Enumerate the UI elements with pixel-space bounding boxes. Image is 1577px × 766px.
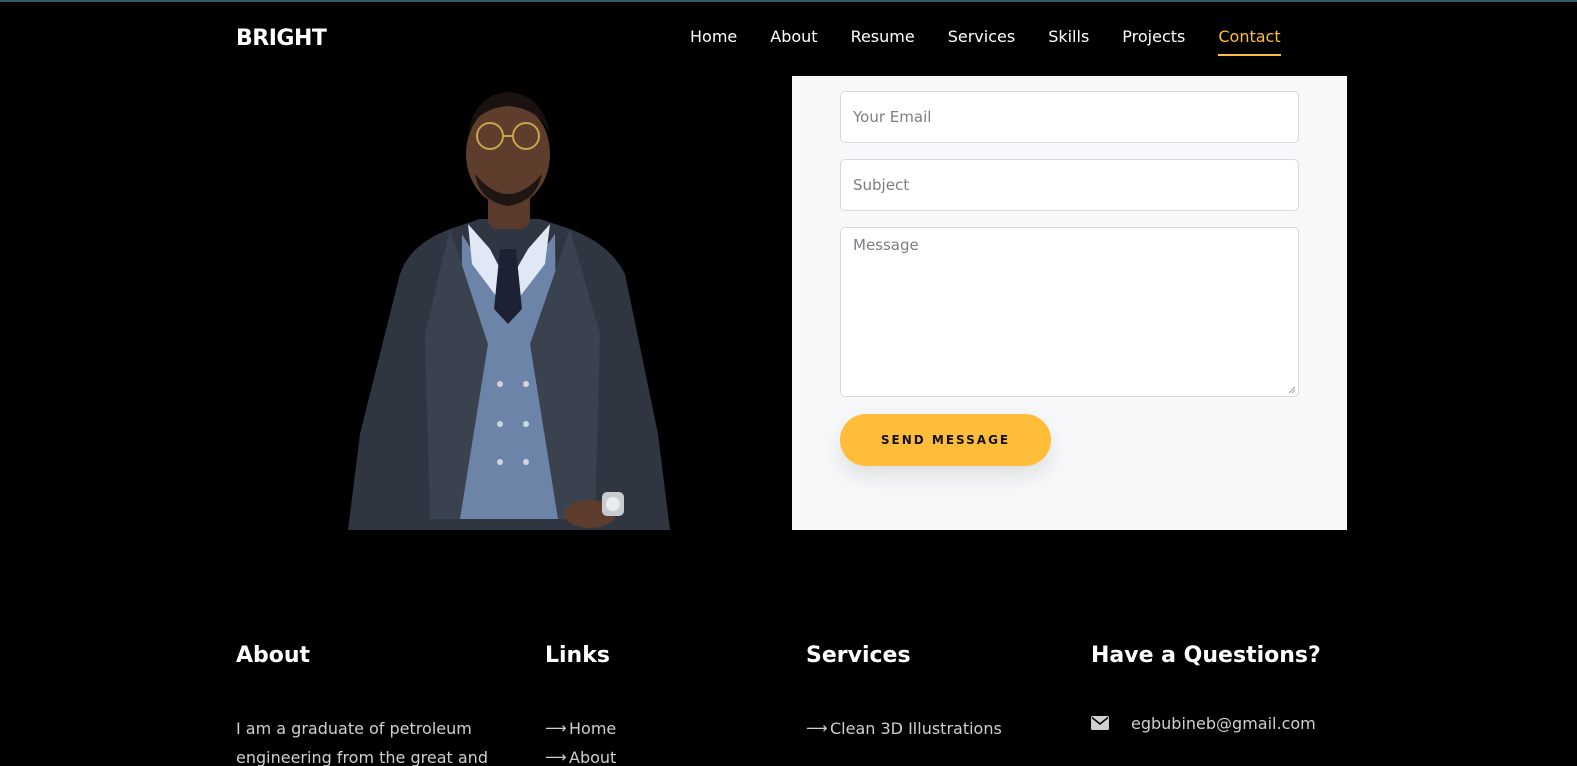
main-nav: Home About Resume Services Skills Projec… (690, 27, 1281, 56)
footer-services-title: Services (806, 643, 911, 668)
footer-link-about[interactable]: ⟶ About (545, 743, 616, 766)
footer-question: Have a Questions? egbubineb@gmail.com (1091, 643, 1321, 733)
nav-resume[interactable]: Resume (851, 27, 915, 56)
message-placeholder: Message (853, 236, 919, 254)
envelope-icon (1091, 715, 1109, 730)
footer-question-title: Have a Questions? (1091, 643, 1321, 668)
footer-about-title: About (236, 643, 311, 668)
navbar: BRIGHT Home About Resume Services Skills… (0, 2, 1577, 72)
footer-links-list: ⟶ Home ⟶ About (545, 714, 616, 766)
portrait-image (340, 74, 680, 530)
footer-links-title: Links (545, 643, 610, 668)
email-field[interactable]: Your Email (840, 91, 1299, 143)
arrow-right-icon: ⟶ (806, 719, 828, 737)
send-message-button[interactable]: SEND MESSAGE (840, 414, 1051, 466)
brand-logo[interactable]: BRIGHT (236, 26, 327, 51)
footer-email[interactable]: egbubineb@gmail.com (1131, 714, 1316, 733)
footer-about-text: I am a graduate of petroleum engineering… (236, 719, 488, 766)
man-in-suit-illustration (348, 92, 670, 530)
nav-home[interactable]: Home (690, 27, 737, 56)
arrow-right-icon: ⟶ (545, 719, 567, 737)
contact-form-card: Your Email Subject Message SEND MESSAGE (792, 76, 1347, 530)
footer-about: About I am a graduate of petroleum engin… (236, 643, 506, 766)
nav-about[interactable]: About (770, 27, 817, 56)
footer-link-home[interactable]: ⟶ Home (545, 714, 616, 743)
nav-contact[interactable]: Contact (1218, 27, 1281, 56)
footer-link-label: Home (569, 719, 617, 738)
nav-projects[interactable]: Projects (1122, 27, 1185, 56)
message-textarea[interactable]: Message (840, 227, 1299, 397)
footer-email-row[interactable]: egbubineb@gmail.com (1091, 714, 1321, 733)
nav-services[interactable]: Services (948, 27, 1015, 56)
footer-service-item[interactable]: ⟶ Clean 3D Illustrations (806, 714, 1002, 743)
subject-field[interactable]: Subject (840, 159, 1299, 211)
nav-skills[interactable]: Skills (1048, 27, 1089, 56)
footer-services-list: ⟶ Clean 3D Illustrations (806, 714, 1002, 743)
arrow-right-icon: ⟶ (545, 748, 567, 766)
footer-service-label: Clean 3D Illustrations (830, 719, 1002, 738)
footer-link-label: About (569, 748, 617, 766)
resize-grip-icon[interactable] (1288, 386, 1296, 394)
footer-services: Services ⟶ Clean 3D Illustrations (806, 643, 1002, 743)
footer-links: Links ⟶ Home ⟶ About (545, 643, 616, 766)
